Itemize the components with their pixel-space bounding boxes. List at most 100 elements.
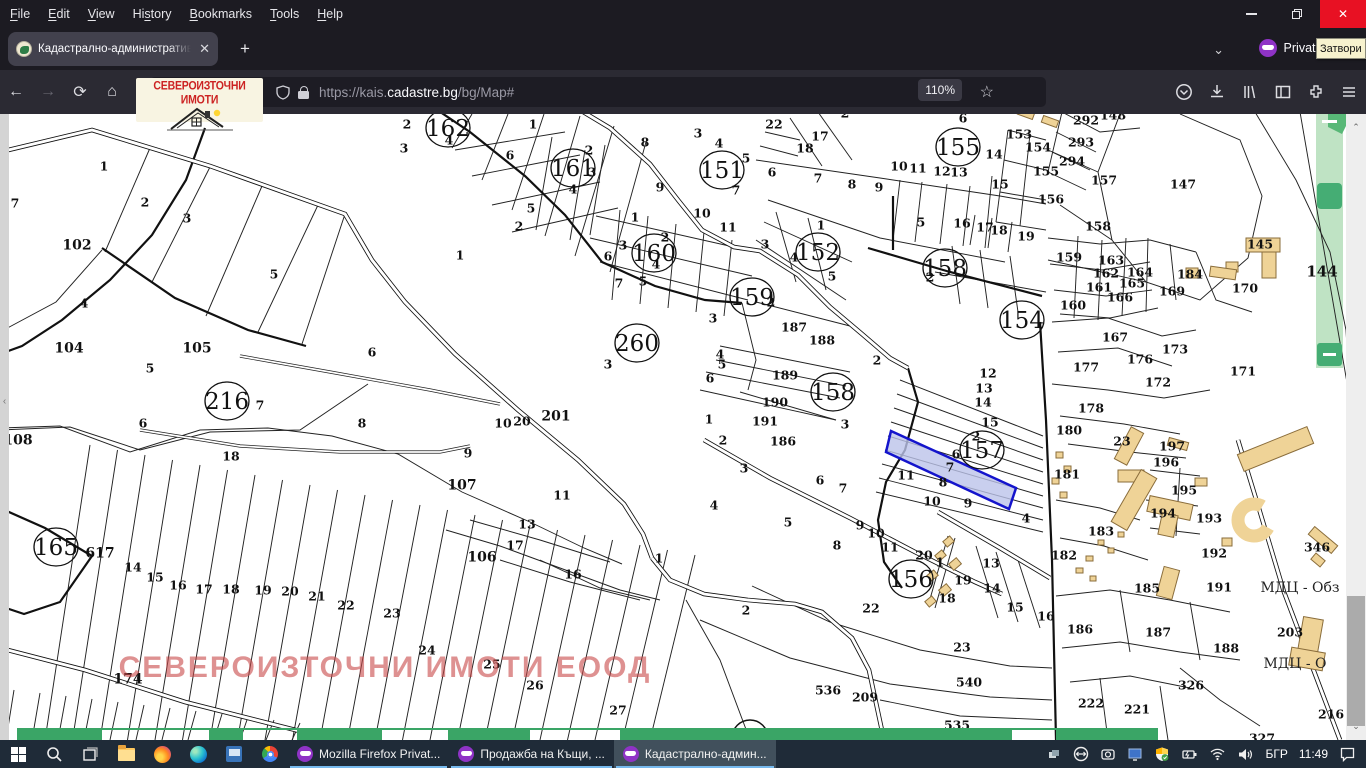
menu-help[interactable]: Help [309,7,351,21]
svg-text:27: 27 [609,703,626,718]
edge-icon[interactable] [180,740,216,768]
bookmark-star-icon[interactable]: ☆ [980,82,994,102]
svg-text:190: 190 [762,395,788,410]
home-button[interactable]: ⌂ [96,83,128,101]
clock[interactable]: 11:49 [1299,747,1328,761]
svg-text:326: 326 [1178,678,1204,693]
minimize-button[interactable] [1228,0,1274,28]
reload-button[interactable]: ⟳ [64,82,96,102]
scroll-up-icon[interactable]: ⌃ [1346,122,1366,133]
svg-text:203: 203 [1277,625,1303,640]
list-tabs-chevron-icon[interactable]: ⌄ [1213,42,1224,58]
library-icon[interactable] [1241,83,1259,101]
left-panel-handle[interactable]: ‹ [0,114,9,740]
taskbar-button-0[interactable]: Mozilla Firefox Privat... [288,740,449,768]
svg-text:105: 105 [182,341,211,357]
start-button[interactable] [0,740,36,768]
mail-app-icon[interactable] [216,740,252,768]
zoom-level-badge[interactable]: 110% [918,79,962,101]
svg-text:182: 182 [1051,548,1077,563]
svg-text:4: 4 [569,182,578,197]
svg-text:18: 18 [938,591,956,606]
svg-text:10: 10 [494,416,512,431]
svg-text:9: 9 [856,518,865,533]
svg-text:4: 4 [710,498,719,513]
svg-text:3: 3 [740,461,749,476]
display-tray-icon[interactable] [1127,746,1143,762]
extensions-icon[interactable] [1307,83,1325,101]
taskbar-button-2[interactable]: Кадастрално-админ... [614,740,776,768]
address-bar[interactable]: https://kais.cadastre.bg/bg/Map# 110% ☆ [150,77,1046,107]
download-icon[interactable] [1208,83,1226,101]
task-view-button[interactable] [72,740,108,768]
svg-text:2: 2 [767,295,776,310]
svg-text:188: 188 [1213,641,1239,656]
svg-text:1: 1 [936,555,945,570]
notification-icon[interactable] [1339,746,1356,762]
zoom-slider-knob[interactable] [1317,183,1342,209]
firefox-icon[interactable] [144,740,180,768]
svg-text:10: 10 [867,526,885,541]
chrome-icon[interactable] [252,740,288,768]
snip-tray-icon[interactable] [1100,746,1116,762]
language-indicator[interactable]: БГР [1265,747,1287,761]
svg-text:107: 107 [447,478,476,494]
wifi-tray-icon[interactable] [1209,747,1226,761]
file-explorer-icon[interactable] [108,740,144,768]
defender-tray-icon[interactable] [1154,746,1170,762]
menu-history[interactable]: History [125,7,180,21]
svg-text:151: 151 [700,158,744,184]
svg-text:157: 157 [1091,173,1117,188]
scrollbar-thumb[interactable] [1347,596,1365,726]
cadastral-map[interactable]: 1621611511551521601581591542601582161571… [0,114,1366,740]
scroll-down-icon[interactable]: ⌄ [1346,721,1366,732]
svg-text:9: 9 [964,496,973,511]
close-button[interactable]: ✕ [1320,0,1366,28]
svg-text:16: 16 [953,216,971,231]
new-tab-button[interactable]: + [236,40,254,58]
browser-tab[interactable]: Кадастрално-административн ✕ [8,32,218,66]
svg-text:104: 104 [54,341,83,357]
svg-text:162: 162 [1093,266,1119,281]
menu-view[interactable]: View [80,7,123,21]
svg-text:19: 19 [954,573,971,588]
power-tray-icon[interactable] [1181,747,1198,762]
tab-close-icon[interactable]: ✕ [199,41,210,57]
svg-text:197: 197 [1159,439,1185,454]
search-button[interactable] [36,740,72,768]
menu-hamburger-icon[interactable] [1340,83,1358,101]
svg-text:7: 7 [615,276,624,291]
svg-text:11: 11 [897,468,914,483]
menu-edit[interactable]: Edit [40,7,78,21]
svg-text:13: 13 [975,381,992,396]
forward-button[interactable]: → [32,83,64,101]
shield-icon[interactable] [276,85,290,100]
svg-text:156: 156 [1038,192,1064,207]
svg-text:22: 22 [862,601,879,616]
toolbar-right-icons [1175,70,1358,114]
restore-button[interactable] [1274,0,1320,28]
svg-text:148: 148 [1100,114,1126,123]
svg-text:8: 8 [641,135,650,150]
svg-text:6: 6 [768,165,777,180]
sidebar-icon[interactable] [1274,83,1292,101]
svg-text:20: 20 [281,584,299,599]
svg-text:12: 12 [933,164,950,179]
svg-text:260: 260 [615,331,659,357]
map-viewport[interactable]: 1621611511551521601581591542601582161571… [0,114,1366,740]
menu-bookmarks[interactable]: Bookmarks [182,7,261,21]
pocket-icon[interactable] [1175,83,1193,101]
map-scrollbar[interactable]: ⌃ ⌄ [1346,114,1366,740]
svg-text:181: 181 [1054,467,1080,482]
taskbar-button-1[interactable]: Продажба на Къщи, ... [449,740,614,768]
lock-icon[interactable] [298,86,309,99]
menu-tools[interactable]: Tools [262,7,307,21]
svg-text:171: 171 [1230,364,1256,379]
svg-text:183: 183 [1088,524,1114,539]
volume-tray-icon[interactable] [1237,747,1254,762]
menu-file[interactable]: File [2,7,38,21]
svg-text:2: 2 [141,195,150,210]
back-button[interactable]: ← [0,83,32,101]
hidden-icons-button[interactable] [1047,747,1062,762]
teamviewer-tray-icon[interactable] [1073,746,1089,762]
